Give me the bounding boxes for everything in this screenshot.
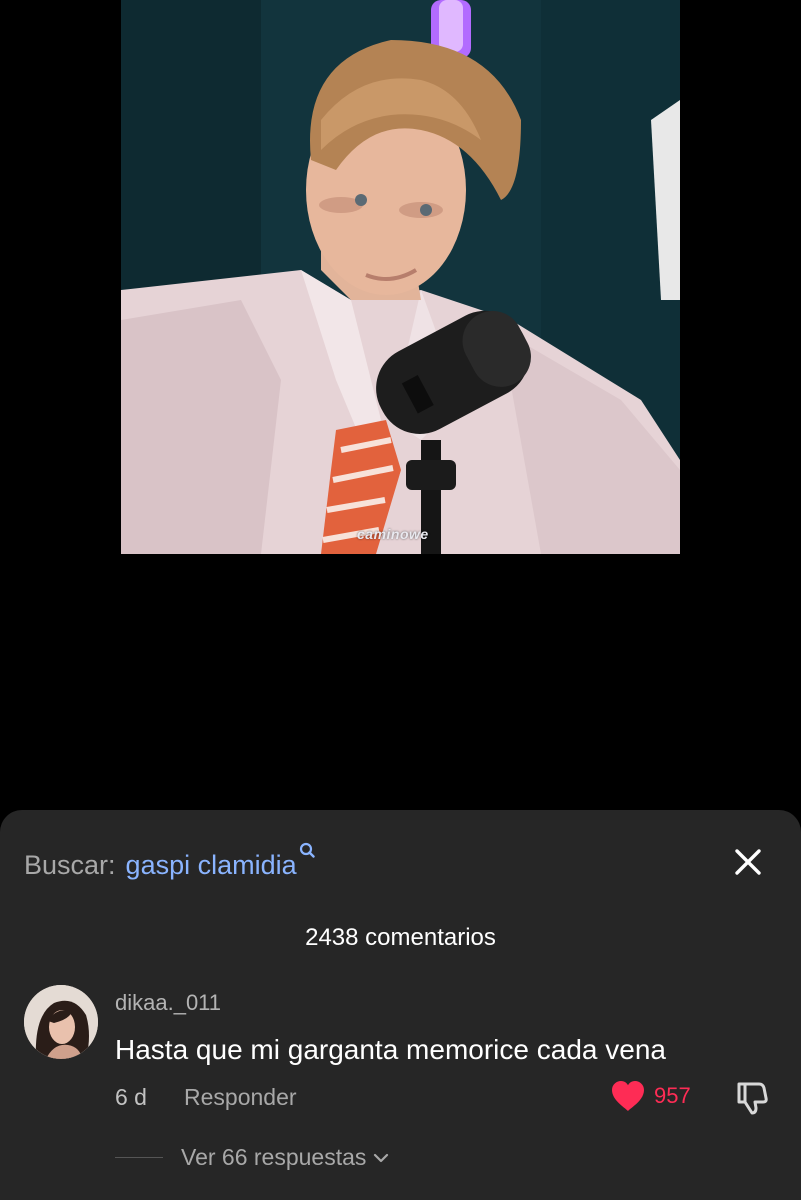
search-term-link[interactable]: gaspi clamidia (126, 850, 297, 881)
chevron-down-icon (374, 1153, 389, 1162)
dislike-button[interactable] (733, 1078, 771, 1116)
avatar[interactable] (24, 985, 98, 1059)
heart-icon (612, 1081, 644, 1111)
thumbs-down-icon (737, 1082, 768, 1115)
video-watermark: caminowe (357, 526, 429, 542)
close-button[interactable] (728, 842, 768, 882)
comments-sheet: Buscar: gaspi clamidia 2438 comentarios (0, 810, 801, 1200)
search-icon (299, 838, 315, 858)
view-replies-label: Ver 66 respuestas (181, 1144, 367, 1170)
reply-button[interactable]: Responder (184, 1084, 297, 1111)
like-count: 957 (654, 1083, 691, 1108)
screen: caminowe Buscar: gaspi clamidia 2438 com… (0, 0, 801, 1200)
video-frame-image (121, 0, 680, 554)
close-icon (735, 849, 761, 875)
like-button[interactable]: 957 (610, 1080, 691, 1112)
search-prefix-label: Buscar: (24, 850, 116, 880)
video-player[interactable]: caminowe (121, 0, 680, 554)
comment-text: Hasta que mi garganta memorice cada vena (115, 1034, 666, 1065)
comment-timestamp: 6 d (115, 1084, 147, 1110)
replies-divider (115, 1157, 163, 1158)
comment-username[interactable]: dikaa._011 (115, 990, 221, 1016)
view-replies-button[interactable]: Ver 66 respuestas (115, 1144, 390, 1171)
search-suggestion[interactable]: Buscar: gaspi clamidia (24, 842, 315, 881)
comment-count-title: 2438 comentarios (305, 924, 496, 951)
